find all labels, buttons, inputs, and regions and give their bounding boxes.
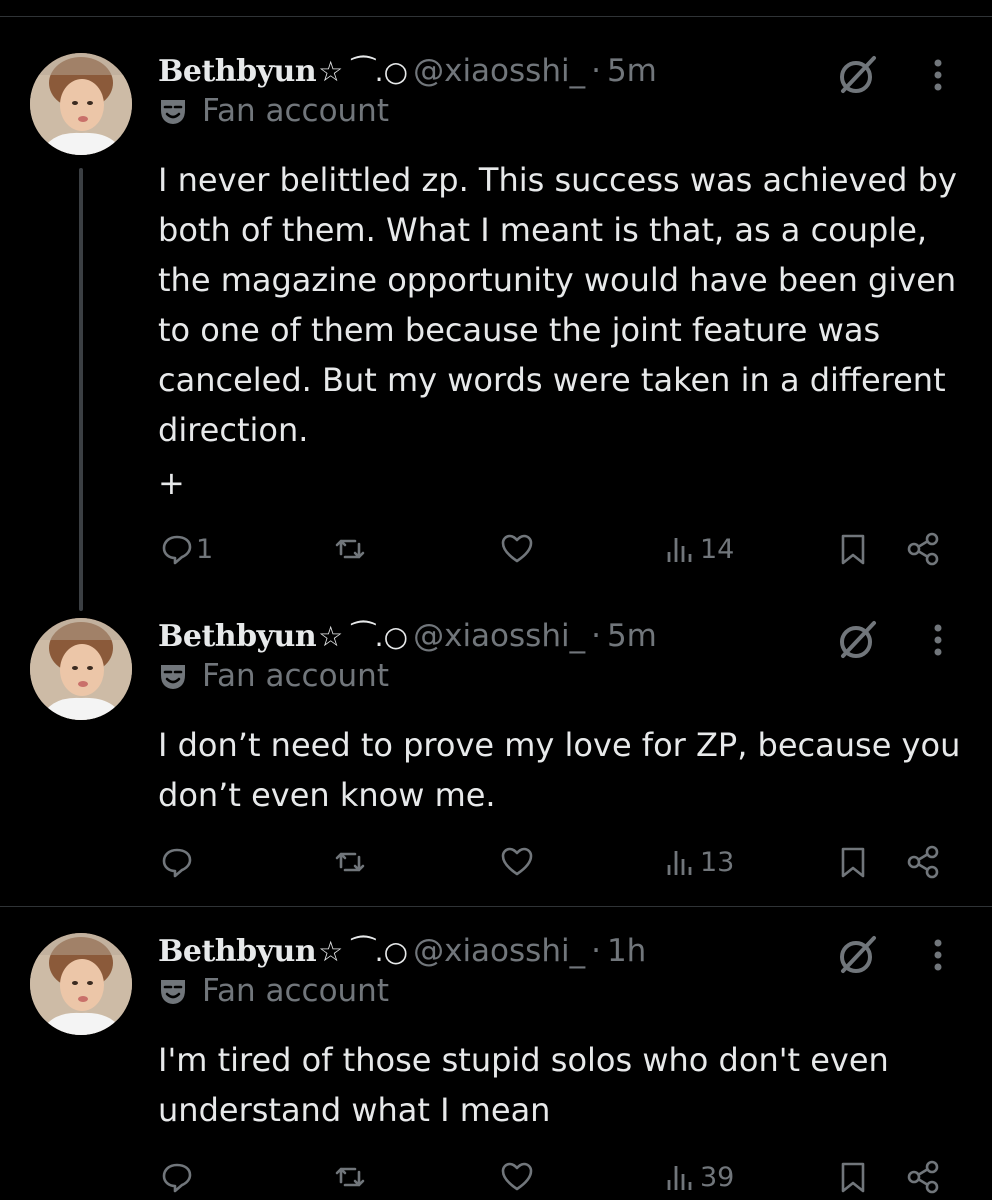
user-handle[interactable]: @xiaosshi_: [413, 618, 585, 654]
fan-account-label: Fan account: [202, 658, 389, 694]
share-icon: [907, 845, 939, 879]
top-divider: [0, 16, 992, 17]
post-header: Bethbyun☆ ⁀.○ @xiaosshi_ · 5m: [158, 618, 838, 662]
reply-button[interactable]: [160, 842, 194, 882]
bookmark-icon: [841, 1162, 865, 1193]
reply-icon: [162, 535, 192, 565]
name-symbols: ☆ ⁀.○: [318, 620, 408, 653]
display-name[interactable]: Bethbyun: [158, 54, 317, 89]
views-count: 14: [700, 533, 735, 565]
separator-dot: ·: [591, 618, 601, 654]
bookmark-icon: [841, 847, 865, 878]
reply-count: 1: [196, 533, 214, 565]
repost-button[interactable]: [333, 842, 367, 882]
more-dots-icon[interactable]: [928, 55, 948, 95]
views-bar-icon: [667, 851, 692, 875]
fan-account-label: Fan account: [202, 93, 389, 129]
fan-account-badge: Fan account: [158, 93, 389, 133]
timestamp[interactable]: 1h: [607, 933, 646, 969]
share-icon: [907, 1160, 939, 1194]
heart-icon: [501, 1162, 533, 1191]
views-button[interactable]: 13: [664, 842, 734, 882]
grok-icon[interactable]: [836, 618, 880, 662]
avatar[interactable]: [30, 53, 132, 155]
timestamp[interactable]: 5m: [607, 618, 657, 654]
share-button[interactable]: [906, 842, 940, 882]
user-handle[interactable]: @xiaosshi_: [413, 933, 585, 969]
reply-icon: [162, 848, 192, 878]
reply-icon: [162, 1163, 192, 1193]
like-button[interactable]: [500, 842, 534, 882]
display-name[interactable]: Bethbyun: [158, 934, 317, 969]
avatar[interactable]: [30, 933, 132, 1035]
bookmark-button[interactable]: [836, 842, 870, 882]
mask-icon: [161, 980, 185, 1004]
post-divider: [0, 906, 992, 907]
display-name[interactable]: Bethbyun: [158, 619, 317, 654]
share-icon: [907, 532, 939, 566]
views-count: 13: [700, 846, 735, 878]
share-button[interactable]: [906, 529, 940, 569]
separator-dot: ·: [591, 53, 601, 89]
post-text: I'm tired of those stupid solos who don'…: [158, 1041, 889, 1129]
post-extra-plus: +: [158, 464, 185, 502]
reply-button[interactable]: [160, 1157, 194, 1197]
thread-connector-line: [79, 168, 83, 611]
mask-icon: [161, 100, 185, 124]
like-button[interactable]: [500, 1157, 534, 1197]
repost-button[interactable]: [333, 1157, 367, 1197]
post-text: I don’t need to prove my love for ZP, be…: [158, 726, 961, 814]
repost-button[interactable]: [333, 529, 367, 569]
views-button[interactable]: 14: [664, 529, 734, 569]
name-symbols: ☆ ⁀.○: [318, 935, 408, 968]
heart-icon: [501, 847, 533, 876]
grok-icon[interactable]: [836, 933, 880, 977]
mask-icon: [161, 665, 185, 689]
more-dots-icon[interactable]: [928, 620, 948, 660]
bookmark-button[interactable]: [836, 1157, 870, 1197]
share-button[interactable]: [906, 1157, 940, 1197]
views-button[interactable]: 39: [664, 1157, 734, 1197]
fan-account-badge: Fan account: [158, 973, 389, 1013]
timestamp[interactable]: 5m: [607, 53, 657, 89]
repost-icon: [335, 852, 365, 872]
heart-icon: [501, 534, 533, 563]
views-bar-icon: [667, 1166, 692, 1190]
more-dots-icon[interactable]: [928, 935, 948, 975]
repost-icon: [335, 1167, 365, 1187]
fan-account-label: Fan account: [202, 973, 389, 1009]
user-handle[interactable]: @xiaosshi_: [413, 53, 585, 89]
bookmark-button[interactable]: [836, 529, 870, 569]
bookmark-icon: [841, 534, 865, 565]
post-text: I never belittled zp. This success was a…: [158, 161, 957, 449]
grok-icon[interactable]: [836, 53, 880, 97]
repost-icon: [335, 539, 365, 559]
like-button[interactable]: [500, 529, 534, 569]
separator-dot: ·: [591, 933, 601, 969]
avatar[interactable]: [30, 618, 132, 720]
reply-button[interactable]: 1: [160, 529, 213, 569]
post-header: Bethbyun☆ ⁀.○ @xiaosshi_ · 5m: [158, 53, 838, 97]
views-count: 39: [700, 1161, 735, 1193]
views-bar-icon: [667, 538, 692, 562]
post-header: Bethbyun☆ ⁀.○ @xiaosshi_ · 1h: [158, 933, 838, 977]
name-symbols: ☆ ⁀.○: [318, 55, 408, 88]
fan-account-badge: Fan account: [158, 658, 389, 698]
